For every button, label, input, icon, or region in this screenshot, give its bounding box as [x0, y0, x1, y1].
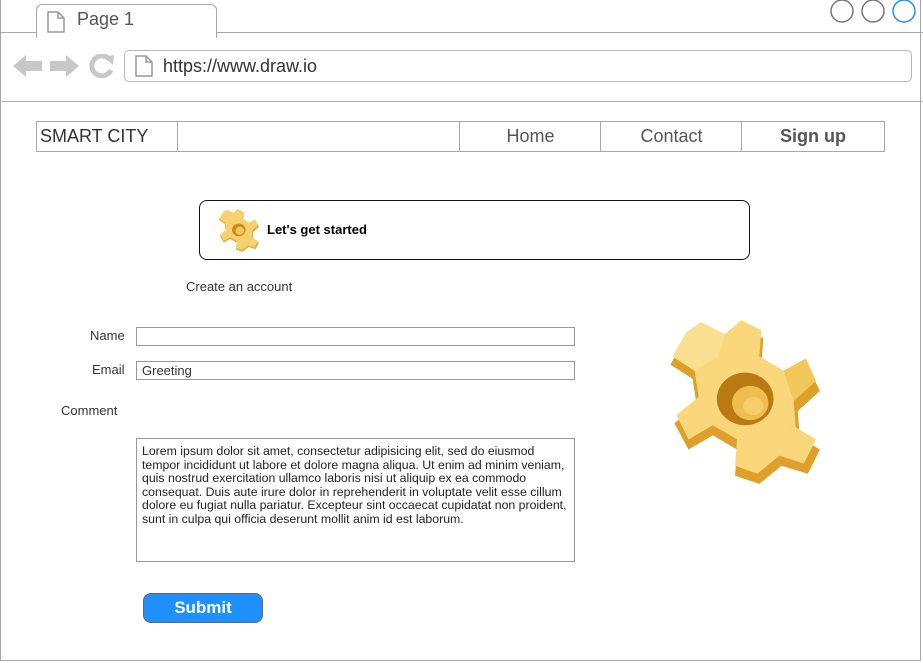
- nav-spacer: [177, 121, 461, 152]
- email-label: Email: [92, 362, 125, 377]
- submit-button[interactable]: Submit: [143, 593, 263, 623]
- name-label: Name: [90, 328, 125, 343]
- window-circle-icon: [830, 0, 854, 23]
- nav-sign-up[interactable]: Sign up: [741, 121, 885, 152]
- nav-home[interactable]: Home: [459, 121, 602, 152]
- window-circle-icon: [892, 0, 916, 23]
- address-bar[interactable]: https://www.draw.io: [124, 50, 912, 82]
- chrome-divider: [0, 101, 923, 102]
- comment-label: Comment: [61, 403, 118, 418]
- banner-text: Let's get started: [267, 222, 367, 237]
- browser-tab[interactable]: Page 1: [36, 4, 217, 38]
- tab-title: Page 1: [77, 9, 135, 29]
- site-nav: SMART CITY Home Contact Sign up: [36, 121, 885, 152]
- comment-textarea[interactable]: Lorem ipsum dolor sit amet, consectetur …: [136, 438, 575, 562]
- name-field[interactable]: [136, 327, 575, 346]
- url-text: https://www.draw.io: [163, 56, 318, 76]
- window-controls: [829, 0, 923, 29]
- tab-strip-line: [217, 32, 923, 33]
- page-icon: [47, 11, 65, 38]
- form-heading: Create an account: [186, 279, 293, 294]
- gear-icon: [208, 209, 262, 258]
- window-circle-icon: [861, 0, 885, 23]
- tab-strip-line: [0, 32, 37, 33]
- email-field[interactable]: [136, 361, 575, 380]
- site-brand[interactable]: SMART CITY: [36, 121, 179, 152]
- forward-arrow-icon[interactable]: [50, 54, 80, 83]
- nav-contact[interactable]: Contact: [600, 121, 743, 152]
- gear-icon: [640, 320, 822, 491]
- page-icon: [135, 55, 153, 82]
- reload-icon[interactable]: [89, 53, 115, 83]
- get-started-banner: Let's get started: [199, 200, 750, 260]
- back-arrow-icon[interactable]: [13, 54, 43, 83]
